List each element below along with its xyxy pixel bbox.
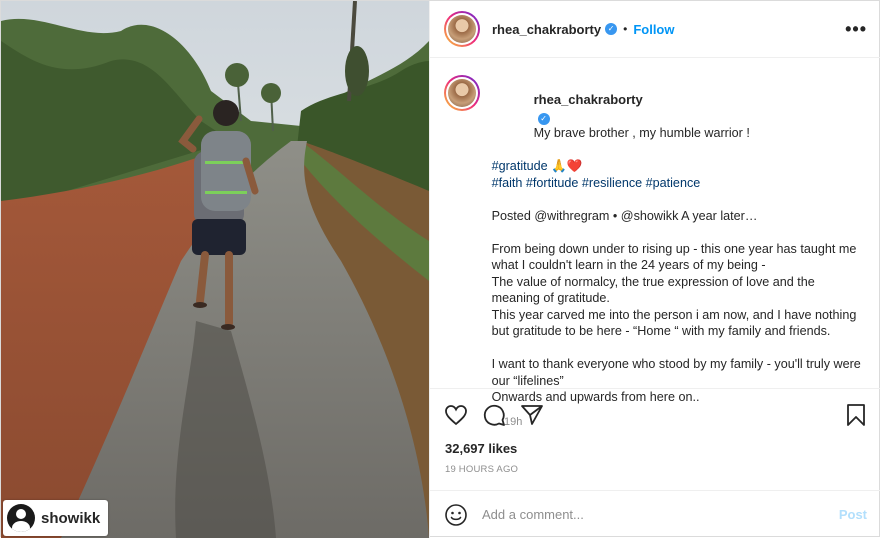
comment-bar: Post — [430, 490, 880, 538]
avatar[interactable] — [444, 11, 480, 47]
tag-avatar-icon — [7, 504, 35, 532]
tag-username: showikk — [41, 509, 101, 527]
heart-icon[interactable] — [444, 403, 468, 427]
follow-button[interactable]: Follow — [633, 22, 674, 37]
avatar-image — [448, 15, 476, 43]
caption-posted-line: Posted @withregram • @showikk A year lat… — [491, 208, 758, 223]
caption-paragraph: This year carved me into the person i am… — [491, 307, 860, 339]
like-count[interactable]: 32,697 likes — [445, 441, 517, 456]
caption-verified-badge-icon: ✓ — [537, 113, 550, 125]
action-bar — [444, 399, 867, 431]
caption-avatar-image — [448, 79, 476, 107]
person-shorts — [192, 219, 246, 255]
post-comment-button[interactable]: Post — [839, 507, 867, 522]
caption-first-line: My brave brother , my humble warrior ! — [533, 126, 750, 140]
caption-hashtags[interactable]: #faith #fortitude #resilience #patience — [492, 175, 865, 192]
post-window: showikk rhea_chakraborty ✓ • Follow ••• … — [0, 0, 880, 538]
bookmark-icon[interactable] — [845, 403, 867, 427]
backpack-icon — [201, 131, 251, 211]
verified-badge-icon: ✓ — [605, 23, 618, 35]
caption-username[interactable]: rhea_chakraborty — [534, 92, 643, 107]
post-photo[interactable]: showikk — [1, 1, 429, 538]
caption-line — [492, 191, 865, 208]
photo-illustration — [1, 1, 429, 538]
caption-paragraph: I want to thank everyone who stood by my… — [491, 357, 865, 388]
caption-section: rhea_chakraborty ✓ My brave brother , my… — [430, 59, 880, 428]
post-header: rhea_chakraborty ✓ • Follow ••• — [430, 1, 880, 58]
person-head — [213, 100, 239, 126]
caption-text: rhea_chakraborty ✓ My brave brother , my… — [492, 75, 865, 406]
post-panel: rhea_chakraborty ✓ • Follow ••• rhea_cha… — [429, 1, 880, 538]
caption-line — [492, 340, 865, 357]
post-timestamp[interactable]: 19 HOURS AGO — [445, 464, 518, 475]
emoji-icon[interactable] — [444, 503, 468, 527]
caption-avatar[interactable] — [444, 75, 480, 111]
photo-user-tag[interactable]: showikk — [3, 500, 109, 536]
caption-paragraph: The value of normalcy, the true expressi… — [491, 274, 819, 306]
comment-icon[interactable] — [482, 403, 506, 427]
share-icon[interactable] — [520, 403, 544, 427]
caption-hashtags-gratitude[interactable]: #gratitude 🙏❤️ — [492, 158, 865, 175]
caption-line — [492, 224, 865, 241]
caption-paragraph: From being down under to rising up - thi… — [491, 241, 860, 273]
more-options-icon[interactable]: ••• — [845, 20, 867, 38]
comment-input[interactable] — [482, 507, 812, 522]
header-username[interactable]: rhea_chakraborty — [492, 22, 601, 37]
header-separator: • — [623, 22, 628, 36]
